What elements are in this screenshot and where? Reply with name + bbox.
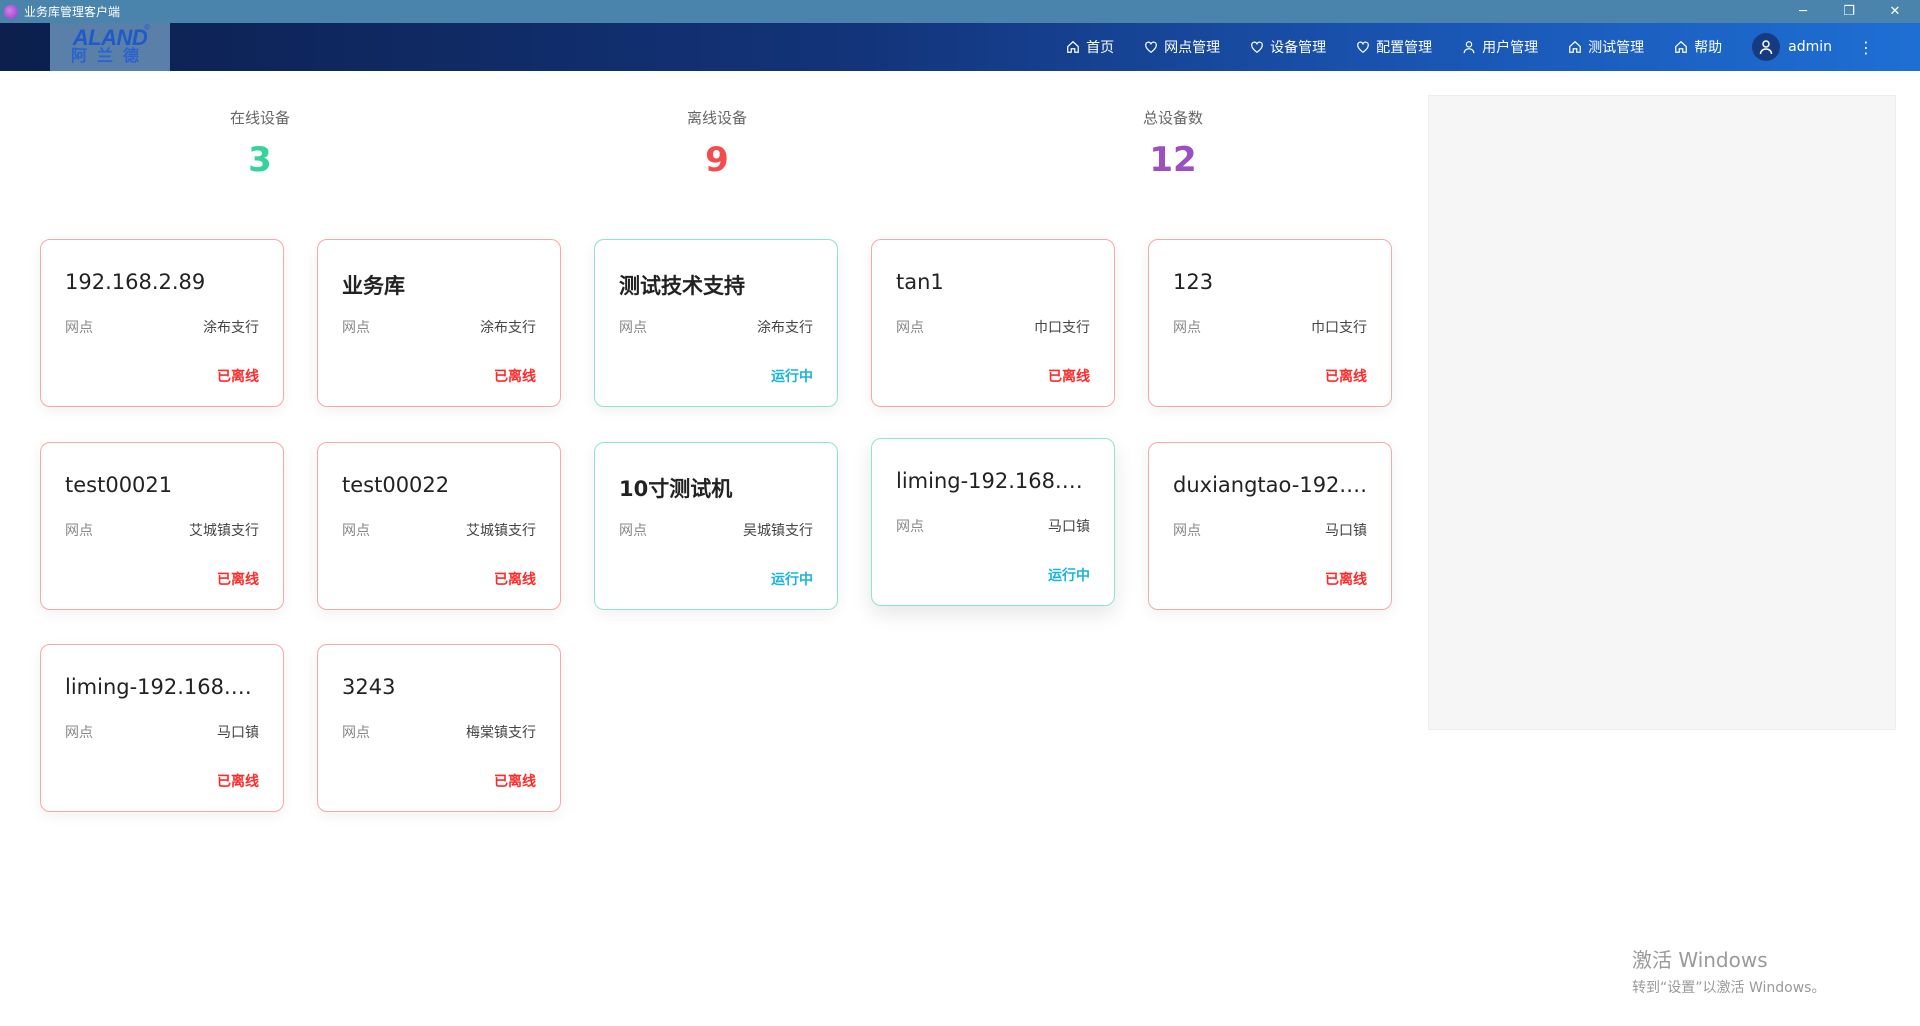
nav-item-branch-management[interactable]: 网点管理 [1144,37,1220,57]
minimize-button[interactable]: ─ [1780,0,1826,23]
device-card[interactable]: duxiangtao-192.1... 网点 马口镇 已离线 [1148,442,1392,610]
close-button[interactable]: ✕ [1872,0,1918,23]
status-badge: 已离线 [217,572,259,588]
device-card[interactable]: 10寸测试机 网点 吴城镇支行 运行中 [594,442,838,610]
status-badge: 已离线 [1325,572,1367,588]
device-name: 业务库 [342,274,405,298]
heart-icon [1145,41,1157,53]
branch-label: 网点 [342,725,370,741]
nav-item-user-management[interactable]: 用户管理 [1462,37,1538,57]
branch-name: 吴城镇支行 [743,523,813,539]
nav-item-device-management[interactable]: 设备管理 [1250,37,1326,57]
user-icon [1463,41,1475,54]
user-menu[interactable]: admin [1752,33,1832,61]
total-count: 12 [1149,140,1197,180]
username: admin [1788,39,1832,55]
side-panel [1428,95,1896,730]
branch-name: 艾城镇支行 [466,523,536,539]
windows-activation-watermark: 激活 Windows 转到“设置”以激活 Windows。 [1632,948,1826,996]
device-name: 测试技术支持 [619,274,745,298]
device-card[interactable]: liming-192.168.2.... 网点 马口镇 已离线 [40,644,284,812]
window-title: 业务库管理客户端 [24,5,121,19]
status-badge: 已离线 [494,369,536,385]
avatar [1752,33,1781,61]
branch-name: 涂布支行 [203,320,259,336]
device-name: 10寸测试机 [619,477,733,501]
top-navbar: ALAND 阿兰德 ® 首页 网点管理 设备管理 配置管理 用户管理 测试管理 [0,23,1920,71]
main-nav: 首页 网点管理 设备管理 配置管理 用户管理 测试管理 帮助 admin ⋮ [1066,23,1920,71]
branch-name: 艾城镇支行 [189,523,259,539]
device-name: liming-192.168.2.... [65,675,265,699]
device-name: liming-192.168.2.13 [896,469,1096,493]
branch-name: 巾口支行 [1311,320,1367,336]
user-avatar-icon [1759,40,1773,55]
branch-label: 网点 [896,519,924,535]
status-badge: 已离线 [494,572,536,588]
device-card[interactable]: 192.168.2.89 网点 涂布支行 已离线 [40,239,284,407]
branch-label: 网点 [65,725,93,741]
status-badge: 运行中 [1048,568,1090,584]
branch-name: 梅棠镇支行 [466,725,536,741]
branch-label: 网点 [342,320,370,336]
home-icon [1675,40,1687,53]
branch-label: 网点 [65,320,93,336]
nav-item-config-management[interactable]: 配置管理 [1356,37,1432,57]
branch-name: 涂布支行 [757,320,813,336]
device-name: test00022 [342,473,450,497]
nav-item-help[interactable]: 帮助 [1674,37,1722,57]
home-icon [1569,40,1581,53]
device-card[interactable]: test00021 网点 艾城镇支行 已离线 [40,442,284,610]
branch-label: 网点 [896,320,924,336]
online-count: 3 [248,140,272,180]
status-badge: 已离线 [217,369,259,385]
branch-label: 网点 [342,523,370,539]
device-card[interactable]: test00022 网点 艾城镇支行 已离线 [317,442,561,610]
branch-label: 网点 [1173,523,1201,539]
stat-offline: 离线设备 9 [617,107,817,180]
aland-logo: ALAND 阿兰德 ® [50,23,170,71]
heart-icon [1251,41,1263,53]
device-name: 3243 [342,675,396,699]
home-icon [1067,40,1079,53]
device-card[interactable]: 123 网点 巾口支行 已离线 [1148,239,1392,407]
status-badge: 已离线 [494,774,536,790]
branch-name: 马口镇 [1325,523,1367,539]
branch-label: 网点 [619,320,647,336]
status-badge: 已离线 [217,774,259,790]
device-name: tan1 [896,270,944,294]
branch-name: 巾口支行 [1034,320,1090,336]
device-name: duxiangtao-192.1... [1173,473,1373,497]
status-badge: 运行中 [771,369,813,385]
more-menu-icon[interactable]: ⋮ [1858,38,1874,57]
branch-name: 涂布支行 [480,320,536,336]
device-card[interactable]: 业务库 网点 涂布支行 已离线 [317,239,561,407]
branch-label: 网点 [1173,320,1201,336]
device-card[interactable]: liming-192.168.2.13 网点 马口镇 运行中 [871,438,1115,606]
device-name: 123 [1173,270,1214,294]
branch-label: 网点 [65,523,93,539]
nav-item-test-management[interactable]: 测试管理 [1568,37,1644,57]
branch-label: 网点 [619,523,647,539]
heart-icon [1357,41,1369,53]
nav-item-home[interactable]: 首页 [1066,37,1114,57]
branch-name: 马口镇 [217,725,259,741]
restore-button[interactable]: ❐ [1826,0,1872,23]
status-badge: 已离线 [1048,369,1090,385]
device-card[interactable]: 3243 网点 梅棠镇支行 已离线 [317,644,561,812]
app-icon [4,4,18,19]
stat-online: 在线设备 3 [160,107,360,180]
device-card[interactable]: 测试技术支持 网点 涂布支行 运行中 [594,239,838,407]
status-badge: 运行中 [771,572,813,588]
device-card[interactable]: tan1 网点 巾口支行 已离线 [871,239,1115,407]
branch-name: 马口镇 [1048,519,1090,535]
window-titlebar: 业务库管理客户端 ─ ❐ ✕ [0,0,1920,23]
device-name: test00021 [65,473,173,497]
device-name: 192.168.2.89 [65,270,206,294]
offline-count: 9 [705,140,729,180]
status-badge: 已离线 [1325,369,1367,385]
stat-total: 总设备数 12 [1073,107,1273,180]
